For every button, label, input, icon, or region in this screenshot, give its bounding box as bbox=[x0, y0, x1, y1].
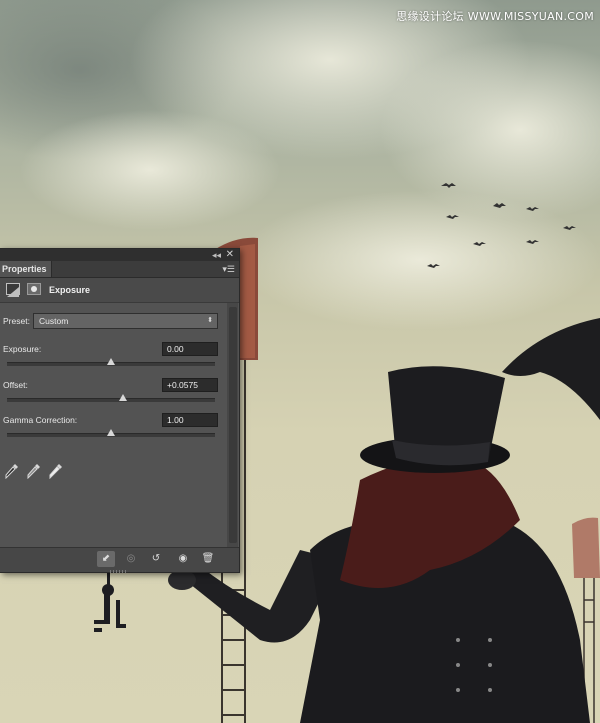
properties-panel[interactable]: ◂◂ ✕ Properties ▾☰ Exposure Preset: Cust… bbox=[0, 248, 240, 573]
site-watermark: 思缘设计论坛 WWW.MISSYUAN.COM bbox=[396, 10, 594, 23]
panel-resize-grip[interactable] bbox=[110, 570, 126, 573]
tab-properties[interactable]: Properties bbox=[0, 261, 52, 277]
adjustment-header: Exposure bbox=[0, 278, 239, 303]
light-cloud bbox=[240, 190, 600, 330]
panel-menu-icon[interactable]: ▾☰ bbox=[222, 263, 235, 275]
dropdown-arrows-icon: ⬍ bbox=[207, 317, 213, 324]
layer-mask-icon[interactable] bbox=[27, 283, 41, 295]
offset-label: Offset: bbox=[3, 380, 28, 390]
gamma-field[interactable]: 1.00 bbox=[162, 413, 218, 427]
exposure-label: Exposure: bbox=[3, 344, 42, 354]
adjustment-title: Exposure bbox=[49, 285, 91, 295]
panel-content: Preset: Custom ⬍ Exposure: 0.00 Offset: … bbox=[0, 303, 226, 547]
view-previous-state-icon[interactable]: ◎ bbox=[122, 551, 140, 567]
umbrella bbox=[502, 318, 600, 420]
exposure-field[interactable]: 0.00 bbox=[162, 342, 218, 356]
preset-dropdown[interactable]: Custom ⬍ bbox=[33, 313, 218, 329]
panel-scrollbar-thumb[interactable] bbox=[229, 307, 237, 543]
clip-to-layer-icon[interactable]: ⬋ bbox=[97, 551, 115, 567]
panel-tab-bar: Properties ▾☰ bbox=[0, 261, 239, 278]
exposure-adjustment-icon[interactable] bbox=[6, 283, 20, 297]
gamma-label: Gamma Correction: bbox=[3, 415, 78, 425]
collapse-panel-icon[interactable]: ◂◂ bbox=[212, 249, 221, 261]
reset-icon[interactable]: ↺ bbox=[147, 551, 165, 567]
offset-field[interactable]: +0.0575 bbox=[162, 378, 218, 392]
panel-bottom-toolbar: ⬋ ◎ ↺ ◉ 🗑 bbox=[0, 547, 239, 572]
hanging-key bbox=[94, 572, 126, 632]
preset-value: Custom bbox=[39, 316, 69, 326]
white-point-eyedropper-icon[interactable] bbox=[49, 463, 63, 479]
offset-slider[interactable] bbox=[7, 394, 215, 402]
visibility-eye-icon[interactable]: ◉ bbox=[174, 551, 192, 567]
exposure-slider-thumb[interactable] bbox=[107, 358, 115, 365]
gamma-slider-thumb[interactable] bbox=[107, 429, 115, 436]
light-cloud bbox=[20, 110, 280, 230]
preset-label: Preset: bbox=[3, 316, 30, 326]
small-door bbox=[572, 517, 600, 578]
gray-point-eyedropper-icon[interactable] bbox=[27, 463, 41, 479]
offset-slider-thumb[interactable] bbox=[119, 394, 128, 401]
delete-icon[interactable]: 🗑 bbox=[199, 551, 217, 567]
gamma-slider[interactable] bbox=[7, 429, 215, 437]
panel-title-bar[interactable]: ◂◂ ✕ bbox=[0, 249, 239, 261]
black-point-eyedropper-icon[interactable] bbox=[5, 463, 19, 479]
exposure-slider[interactable] bbox=[7, 358, 215, 366]
close-panel-icon[interactable]: ✕ bbox=[226, 249, 234, 261]
